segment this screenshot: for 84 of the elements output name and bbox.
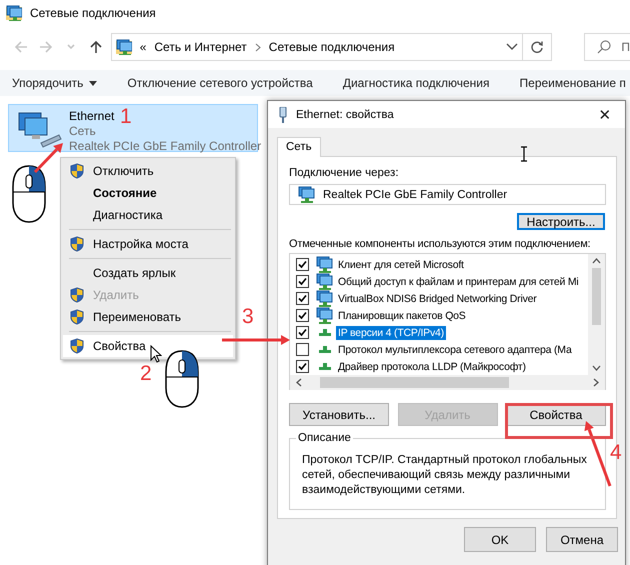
toolbar-command[interactable]: Переименование п [514, 72, 630, 94]
field-label: Отмеченные компоненты используются этим подключением: [289, 238, 590, 250]
up-arrow-icon[interactable] [89, 40, 104, 54]
component-item[interactable]: Клиент для сетей Microsoft [336, 258, 466, 272]
step-number: 1 [120, 106, 132, 128]
search-icon [597, 40, 612, 54]
toolbar-command[interactable]: Диагностика подключения [336, 72, 496, 94]
network-protocol-icon [318, 329, 330, 336]
checkbox[interactable] [296, 275, 309, 288]
menu-item[interactable]: Свойства [63, 335, 233, 357]
toolbar-command[interactable]: Отключение сетевого устройства [121, 72, 319, 94]
mouse-pointer-icon [150, 345, 162, 363]
network-client-icon [316, 256, 333, 274]
shield-icon [69, 287, 85, 303]
menu-item[interactable]: Отключить [63, 160, 233, 182]
close-button[interactable]: ✕ [585, 106, 625, 124]
folder-network-icon [116, 39, 132, 55]
description-text: Протокол TCP/IP. Стандартный протокол глобальных сетей, обеспечивающий связь между различными взаимодействующими сетями. [302, 454, 587, 496]
component-item[interactable]: Планировщик пакетов QoS [336, 308, 468, 323]
toolbar-command[interactable]: Упорядочить [6, 72, 104, 94]
refresh-button[interactable] [523, 33, 552, 61]
scroll-left-icon[interactable] [296, 378, 302, 388]
mouse-drawing [12, 165, 46, 223]
scroll-up-icon[interactable] [592, 258, 601, 264]
scrollbar-thumb[interactable] [320, 377, 509, 388]
network-plug-icon [278, 106, 288, 122]
component-item[interactable]: IP версии 4 (TCP/IPv4) [336, 326, 446, 340]
network-protocol-icon [318, 346, 330, 354]
adapter-name: Realtek PCIe GbE Family Controller [323, 188, 508, 201]
menu-item[interactable]: Переименовать [63, 306, 233, 328]
breadcrumb-chevron-icon[interactable] [254, 42, 261, 52]
network-client-icon [316, 290, 333, 308]
shield-icon [69, 236, 85, 252]
breadcrumb[interactable]: Сеть и Интернет [154, 40, 247, 54]
component-item[interactable]: Драйвер протокола LLDP (Майкрософт) [336, 360, 528, 374]
scroll-down-icon[interactable] [592, 365, 601, 372]
checkbox[interactable] [296, 309, 309, 322]
menu-item[interactable]: Настройка моста [63, 233, 233, 255]
step-number: 3 [242, 306, 254, 328]
connection-network: Сеть [69, 124, 96, 139]
scroll-right-icon[interactable] [593, 378, 599, 388]
network-protocol-icon [318, 363, 330, 370]
breadcrumb[interactable]: Сетевые подключения [268, 40, 395, 54]
address-bar[interactable]: « Сеть и Интернет Сетевые подключения [110, 33, 524, 61]
step-number: 4 [610, 442, 622, 464]
search-field[interactable]: П [584, 33, 630, 61]
dropdown-triangle-icon [89, 80, 98, 86]
mouse-drawing [165, 350, 199, 408]
component-item[interactable]: Общий доступ к файлам и принтерам для сетей Mi [336, 274, 581, 289]
menu-item[interactable]: Состояние [63, 182, 233, 204]
checkbox[interactable] [296, 360, 309, 374]
configure-button[interactable]: Настроить... [517, 213, 605, 230]
shield-icon [69, 163, 85, 179]
connection-name: Ethernet [69, 109, 114, 124]
checkbox[interactable] [296, 326, 309, 340]
network-client-icon [316, 307, 333, 324]
checkbox[interactable] [296, 343, 309, 356]
search-placeholder: П [621, 40, 630, 54]
dropdown-chevron-icon[interactable] [506, 43, 518, 51]
network-adapter-icon [298, 186, 315, 204]
component-item[interactable]: VirtualBox NDIS6 Bridged Networking Driver [336, 292, 539, 306]
annotation-arrow [220, 334, 292, 346]
tab[interactable]: Сеть [277, 137, 321, 157]
dialog-title: Ethernet: свойства [296, 108, 395, 120]
dialog-button[interactable]: OK [464, 527, 536, 552]
component-item[interactable]: Протокол мультиплексора сетевого адаптера (Ма [336, 342, 574, 357]
dialog-button[interactable]: Установить... [289, 403, 389, 426]
folder-network-icon [6, 5, 22, 21]
menu-item[interactable]: Создать ярлык [63, 262, 233, 284]
overflow-chevron[interactable]: « [140, 40, 146, 54]
shield-icon [69, 338, 85, 354]
text-cursor-icon [520, 146, 528, 162]
check-mark-icon [298, 362, 307, 372]
field-label: Подключение через: [289, 167, 400, 179]
window-title: Сетевые подключения [30, 6, 156, 20]
menu-item[interactable]: Диагностика [63, 204, 233, 226]
dialog-button[interactable]: Отмена [546, 527, 618, 552]
step-number: 2 [140, 363, 152, 385]
checkbox[interactable] [296, 258, 309, 272]
network-client-icon [316, 273, 333, 290]
scrollbar-thumb[interactable] [592, 268, 601, 326]
shield-icon [69, 309, 85, 325]
checkbox[interactable] [296, 292, 309, 306]
refresh-icon [530, 40, 544, 54]
